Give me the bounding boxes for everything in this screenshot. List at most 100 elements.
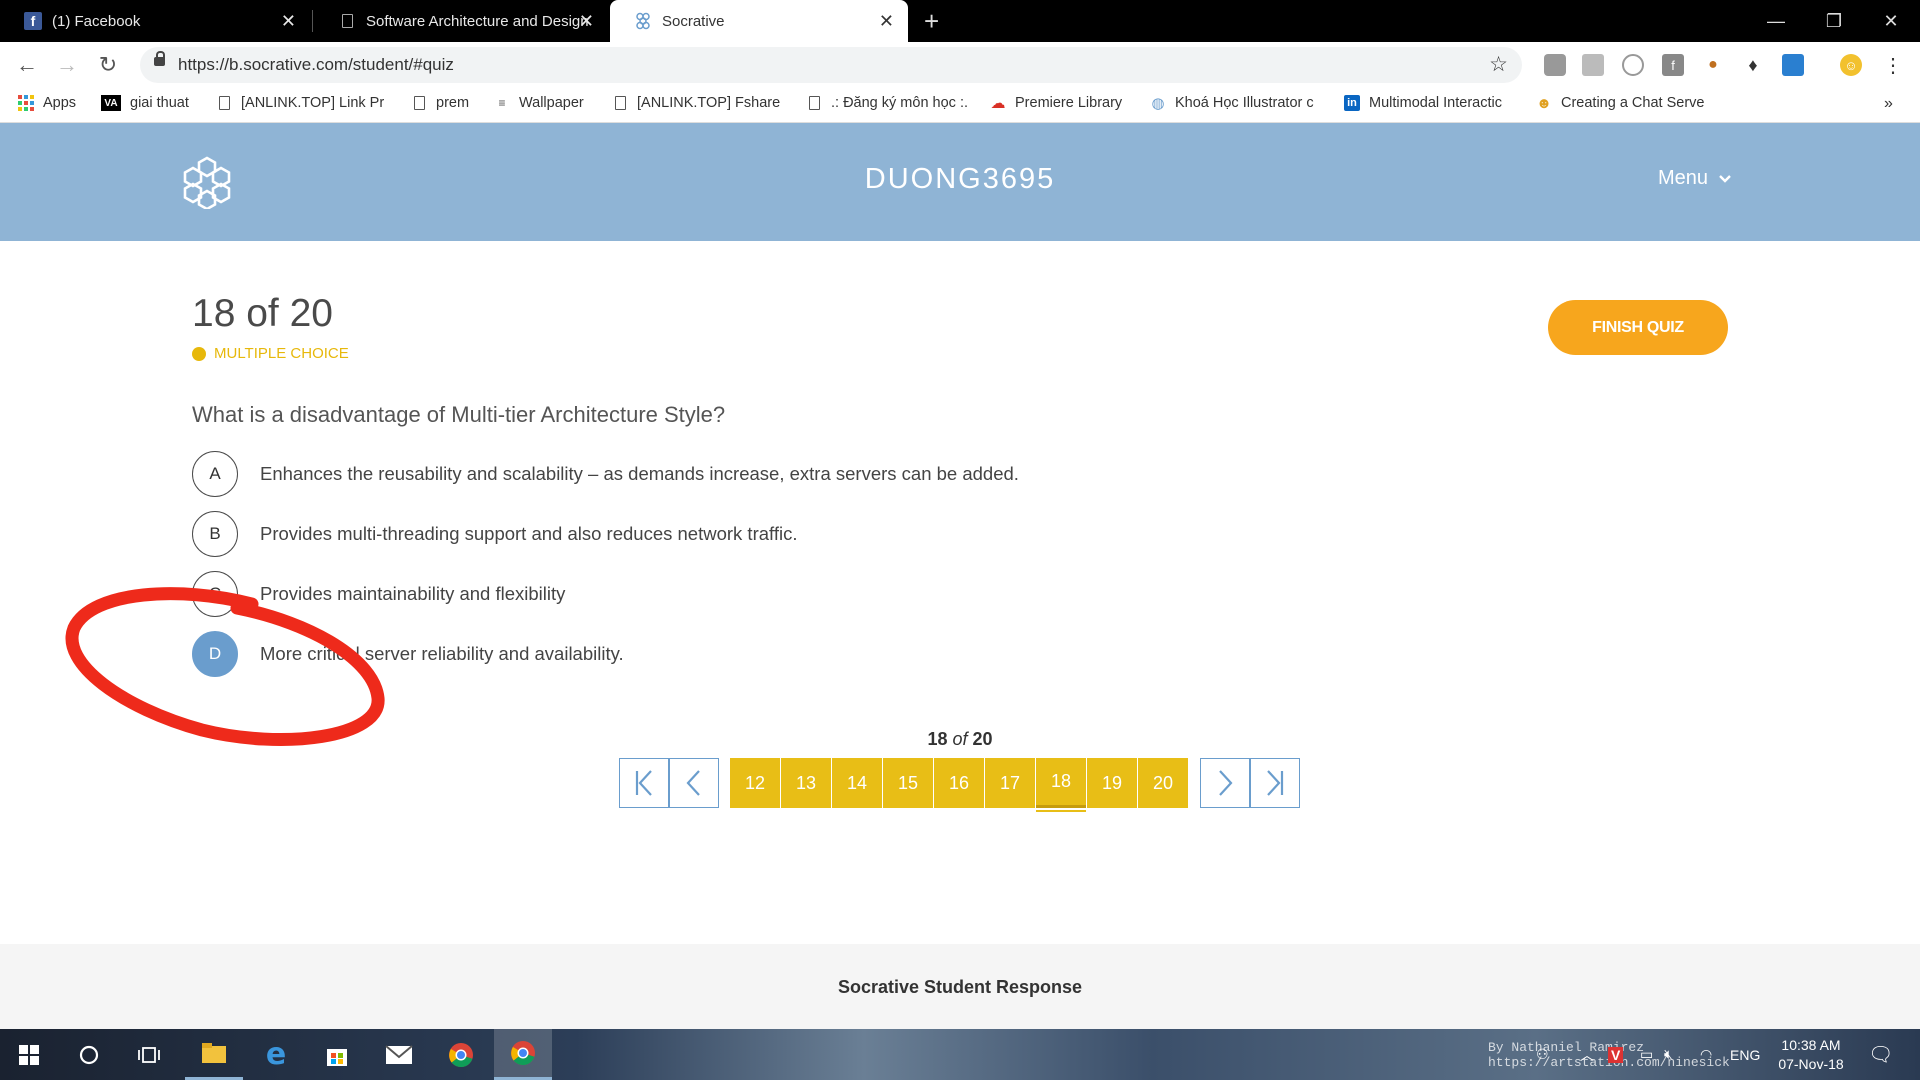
chrome-active-icon[interactable]	[494, 1029, 552, 1080]
answer-letter-circle[interactable]: A	[192, 451, 238, 497]
bookmark-giai-thuat[interactable]: VA giai thuat	[101, 95, 189, 111]
last-page-button[interactable]	[1250, 758, 1300, 808]
document-icon	[411, 95, 427, 111]
bookmark-apps[interactable]: Apps	[18, 95, 76, 111]
facebook-icon: f	[24, 12, 42, 30]
extension-icon-3[interactable]	[1622, 54, 1644, 76]
chrome-icon[interactable]	[432, 1029, 490, 1080]
question-type-label: MULTIPLE CHOICE	[214, 345, 349, 362]
bookmark-label: prem	[436, 95, 470, 111]
mail-icon[interactable]	[370, 1029, 428, 1080]
file-explorer-icon[interactable]	[185, 1029, 243, 1080]
bookmark-chat-server[interactable]: ☻ Creating a Chat Serve	[1536, 95, 1705, 112]
language-indicator[interactable]: ENG	[1730, 1029, 1760, 1080]
search-icon[interactable]	[60, 1029, 118, 1080]
answer-option-a[interactable]: A Enhances the reusability and scalabili…	[192, 451, 1019, 497]
restore-button[interactable]: ❐	[1805, 0, 1863, 42]
bookmark-label: Creating a Chat Serve	[1561, 95, 1705, 111]
page-button-18-current[interactable]: 18	[1036, 758, 1086, 812]
answer-letter-circle[interactable]: B	[192, 511, 238, 557]
close-tab-icon[interactable]: ✕	[879, 11, 894, 32]
bookmark-anlink-1[interactable]: [ANLINK.TOP] Link Pr	[216, 95, 384, 111]
wallpaper-icon: ≡	[498, 96, 506, 110]
facebook-extension-icon[interactable]: f	[1662, 54, 1684, 76]
bookmark-label: [ANLINK.TOP] Fshare	[637, 95, 781, 111]
tab-software-architecture[interactable]: Software Architecture and Design ✕	[314, 0, 608, 42]
task-view-icon[interactable]	[120, 1029, 178, 1080]
page-button-15[interactable]: 15	[883, 758, 933, 808]
address-bar[interactable]: https://b.socrative.com/student/#quiz ☆	[140, 47, 1522, 83]
answer-option-c[interactable]: C Provides maintainability and flexibili…	[192, 571, 565, 617]
page-button-17[interactable]: 17	[985, 758, 1035, 808]
bookmark-dang-ky[interactable]: .: Đăng ký môn học :.	[806, 95, 968, 111]
more-menu-icon[interactable]: ⋮	[1882, 54, 1904, 77]
extension-icon-1[interactable]	[1544, 54, 1566, 76]
page-button-12[interactable]: 12	[730, 758, 780, 808]
extension-icon-2[interactable]	[1582, 54, 1604, 76]
bookmark-illustrator[interactable]: ◍ Khoá Học Illustrator c	[1150, 95, 1314, 112]
new-tab-button[interactable]: +	[924, 6, 939, 37]
lock-icon	[154, 51, 165, 66]
menu-label: Menu	[1658, 167, 1709, 189]
finish-quiz-button[interactable]: FINISH QUIZ	[1548, 300, 1728, 355]
bookmark-multimodal[interactable]: in Multimodal Interactic	[1344, 95, 1502, 111]
reload-icon[interactable]: ↻	[93, 50, 123, 80]
bookmark-wallpaper[interactable]: ≡ Wallpaper	[494, 95, 584, 111]
edge-browser-icon[interactable]: e	[247, 1029, 305, 1080]
page-button-16[interactable]: 16	[934, 758, 984, 808]
notification-center-icon[interactable]: 🗨︎	[1868, 1029, 1893, 1080]
more-bookmarks-icon[interactable]: »	[1884, 95, 1893, 113]
back-icon[interactable]: ←	[12, 50, 42, 80]
bookmark-label: »	[1884, 95, 1893, 112]
page-button-13[interactable]: 13	[781, 758, 831, 808]
page-button-14[interactable]: 14	[832, 758, 882, 808]
close-tab-icon[interactable]: ✕	[579, 11, 594, 32]
bookmark-label: giai thuat	[130, 95, 189, 111]
wifi-icon[interactable]: ◠	[1700, 1029, 1712, 1080]
globe-icon: ◍	[1151, 95, 1165, 112]
question-type: MULTIPLE CHOICE	[192, 345, 349, 362]
people-icon[interactable]: ⚇	[1536, 1029, 1549, 1080]
clock[interactable]: 10:38 AM 07-Nov-18	[1772, 1029, 1850, 1080]
answer-option-b[interactable]: B Provides multi-threading support and a…	[192, 511, 797, 557]
forward-icon[interactable]: →	[52, 50, 82, 80]
tab-facebook[interactable]: f (1) Facebook ✕	[0, 0, 310, 42]
answer-text[interactable]: More critical server reliability and ava…	[260, 643, 624, 665]
bookmark-label: Wallpaper	[519, 95, 584, 111]
close-window-button[interactable]: ✕	[1862, 0, 1920, 42]
page-button-19[interactable]: 19	[1087, 758, 1137, 808]
answer-text[interactable]: Provides multi-threading support and als…	[260, 523, 797, 545]
extension-icon-7[interactable]	[1782, 54, 1804, 76]
bookmark-prem[interactable]: prem	[411, 95, 469, 111]
extension-icon-5[interactable]: ●	[1702, 54, 1724, 76]
tab-socrative[interactable]: Socrative ✕	[610, 0, 908, 42]
next-page-button[interactable]	[1200, 758, 1250, 808]
bookmark-premiere-library[interactable]: ☁ Premiere Library	[990, 95, 1123, 112]
profile-avatar-icon[interactable]: ☺	[1840, 54, 1862, 76]
menu-button[interactable]: Menu	[1658, 167, 1732, 190]
answer-text[interactable]: Enhances the reusability and scalability…	[260, 463, 1019, 485]
document-icon	[216, 95, 232, 111]
previous-page-button[interactable]	[669, 758, 719, 808]
store-icon[interactable]	[308, 1029, 366, 1080]
battery-icon[interactable]: ▭	[1640, 1029, 1653, 1080]
chevron-down-icon	[1718, 167, 1732, 190]
droplet-icon[interactable]: ♦	[1742, 54, 1764, 76]
show-hidden-icons-icon[interactable]: ︿	[1580, 1029, 1594, 1080]
answer-letter-circle-selected[interactable]: D	[192, 631, 238, 677]
windows-start-icon[interactable]	[0, 1029, 58, 1080]
close-tab-icon[interactable]: ✕	[281, 11, 296, 32]
page-button-20[interactable]: 20	[1138, 758, 1188, 808]
url-text[interactable]: https://b.socrative.com/student/#quiz	[178, 55, 454, 75]
bookmark-anlink-fshare[interactable]: [ANLINK.TOP] Fshare	[612, 95, 780, 111]
bookmark-star-icon[interactable]: ☆	[1489, 52, 1508, 77]
answer-letter-circle[interactable]: C	[192, 571, 238, 617]
answer-text[interactable]: Provides maintainability and flexibility	[260, 583, 565, 605]
first-page-button[interactable]	[619, 758, 669, 808]
minimize-button[interactable]: —	[1747, 0, 1805, 42]
bookmark-label: Khoá Học Illustrator c	[1175, 95, 1314, 111]
vivaldi-tray-icon[interactable]: V	[1608, 1029, 1624, 1080]
bookmark-label: Apps	[43, 95, 77, 111]
volume-muted-icon[interactable]: 🔇︎	[1664, 1029, 1673, 1080]
answer-option-d[interactable]: D More critical server reliability and a…	[192, 631, 624, 677]
